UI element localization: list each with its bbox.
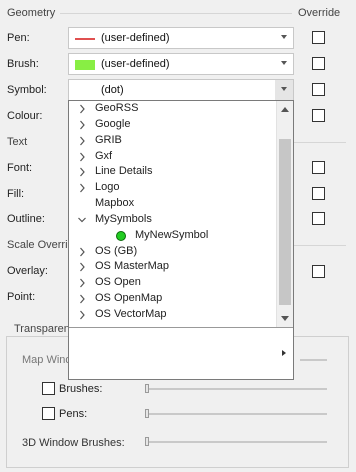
pens-slider[interactable] bbox=[146, 413, 327, 415]
tree-item-label: Gxf bbox=[95, 149, 113, 162]
pen-swatch bbox=[75, 38, 95, 40]
brushes-checkbox[interactable] bbox=[42, 382, 55, 395]
tree-item-label: GRIB bbox=[95, 133, 122, 146]
tree-item-label: Line Details bbox=[95, 165, 153, 178]
chevron-down-icon bbox=[281, 87, 287, 91]
brush-value: (user-defined) bbox=[101, 58, 170, 70]
text-header: Text bbox=[7, 136, 28, 148]
symbol-tree[interactable]: GeoRSS Google GRIB Gxf Line Details Logo Mapbo… bbox=[69, 101, 277, 327]
chevron-right-icon[interactable] bbox=[78, 262, 86, 272]
chevron-down-icon bbox=[281, 61, 287, 65]
geometry-divider bbox=[60, 13, 292, 14]
scrollbar-thumb[interactable] bbox=[279, 139, 291, 305]
tree-item-label: OS VectorMap bbox=[95, 307, 167, 320]
symbol-dot-icon bbox=[116, 230, 126, 241]
symbol-combo[interactable]: (dot) bbox=[68, 79, 294, 101]
tree-item[interactable]: GRIB bbox=[69, 133, 277, 149]
geometry-header: Geometry bbox=[7, 7, 56, 19]
outline-label: Outline: bbox=[7, 213, 45, 225]
colour-label: Colour: bbox=[7, 110, 43, 122]
brush-override-checkbox[interactable] bbox=[312, 57, 325, 70]
font-label: Font: bbox=[7, 162, 33, 174]
scale-divider bbox=[294, 245, 346, 246]
fill-label: Fill: bbox=[7, 188, 25, 200]
scale-override-header: Scale Overrid bbox=[7, 239, 74, 251]
colour-override-checkbox[interactable] bbox=[312, 109, 325, 122]
pens-checkbox[interactable] bbox=[42, 407, 55, 420]
overlay-label: Overlay: bbox=[7, 265, 48, 277]
tree-item[interactable]: Logo bbox=[69, 180, 277, 196]
chevron-down-icon[interactable] bbox=[78, 215, 86, 225]
chevron-right-icon[interactable] bbox=[78, 247, 86, 257]
chevron-right-icon[interactable] bbox=[78, 183, 86, 193]
window3d-brushes-label: 3D Window Brushes: bbox=[22, 437, 125, 449]
pen-value: (user-defined) bbox=[101, 32, 170, 44]
symbol-dropdown-list[interactable]: GeoRSS Google GRIB Gxf Line Details Logo Mapbo… bbox=[68, 100, 294, 380]
tree-item[interactable]: OS Open bbox=[69, 275, 277, 291]
vertical-scrollbar[interactable] bbox=[276, 101, 293, 327]
pen-override-checkbox[interactable] bbox=[312, 31, 325, 44]
chevron-right-icon[interactable] bbox=[282, 350, 286, 356]
chevron-right-icon[interactable] bbox=[78, 152, 86, 162]
pen-label: Pen: bbox=[7, 32, 30, 44]
window3d-brushes-slider[interactable] bbox=[146, 441, 327, 443]
tree-item-label: OS (GB) bbox=[95, 244, 138, 257]
transparency-header: Transparen bbox=[12, 323, 72, 335]
chevron-right-icon[interactable] bbox=[78, 136, 86, 146]
symbol-override-checkbox[interactable] bbox=[312, 83, 325, 96]
text-divider bbox=[294, 142, 346, 143]
pens-label: Pens: bbox=[59, 408, 88, 420]
tree-item-label: Google bbox=[95, 117, 131, 130]
outline-override-checkbox[interactable] bbox=[312, 212, 325, 225]
scroll-up-icon[interactable] bbox=[281, 107, 289, 112]
symbol-preview-pane bbox=[69, 327, 293, 379]
tree-item-label: OS OpenMap bbox=[95, 292, 163, 305]
tree-item[interactable]: Line Details bbox=[69, 164, 277, 180]
tree-item-label: Mapbox bbox=[95, 197, 135, 210]
override-header: Override bbox=[298, 7, 341, 19]
chevron-right-icon[interactable] bbox=[78, 310, 86, 320]
fill-override-checkbox[interactable] bbox=[312, 187, 325, 200]
tree-item-label: Logo bbox=[95, 181, 120, 194]
tree-item-label: MySymbols bbox=[95, 212, 152, 225]
tree-item-label: OS Open bbox=[95, 276, 141, 289]
brushes-slider[interactable] bbox=[146, 388, 327, 390]
brush-swatch bbox=[75, 60, 95, 70]
tree-item-label: MyNewSymbol bbox=[135, 228, 209, 241]
chevron-right-icon[interactable] bbox=[78, 294, 86, 304]
tree-item[interactable]: GeoRSS bbox=[69, 101, 277, 117]
map-window-slider[interactable] bbox=[300, 359, 327, 361]
pens-slider-thumb[interactable] bbox=[145, 409, 149, 418]
tree-item[interactable]: MySymbols bbox=[69, 212, 277, 228]
symbol-label: Symbol: bbox=[7, 84, 47, 96]
font-override-checkbox[interactable] bbox=[312, 161, 325, 174]
tree-item[interactable]: OS VectorMap bbox=[69, 307, 277, 323]
point-label: Point: bbox=[7, 291, 36, 303]
tree-item-label: OS MasterMap bbox=[95, 260, 169, 273]
tree-item[interactable]: Mapbox bbox=[69, 196, 277, 212]
tree-item[interactable]: Gxf bbox=[69, 149, 277, 165]
symbol-value: (dot) bbox=[101, 84, 124, 96]
tree-child-item[interactable]: MyNewSymbol bbox=[69, 228, 277, 244]
brush-combo[interactable]: (user-defined) bbox=[68, 53, 294, 75]
chevron-down-icon bbox=[281, 35, 287, 39]
window3d-brushes-slider-thumb[interactable] bbox=[145, 437, 149, 446]
tree-item[interactable]: OS MasterMap bbox=[69, 259, 277, 275]
tree-item[interactable]: OS OpenMap bbox=[69, 291, 277, 307]
tree-item-label: GeoRSS bbox=[95, 102, 139, 114]
brushes-label: Brushes: bbox=[59, 383, 103, 395]
brushes-slider-thumb[interactable] bbox=[145, 384, 149, 393]
brush-label: Brush: bbox=[7, 58, 39, 70]
tree-item[interactable]: OS (GB) bbox=[69, 244, 277, 260]
tree-item[interactable]: Google bbox=[69, 117, 277, 133]
chevron-right-icon[interactable] bbox=[78, 278, 86, 288]
chevron-right-icon[interactable] bbox=[78, 120, 86, 130]
overlay-override-checkbox[interactable] bbox=[312, 265, 325, 278]
scroll-down-icon[interactable] bbox=[281, 316, 289, 321]
chevron-right-icon[interactable] bbox=[78, 167, 86, 177]
chevron-right-icon[interactable] bbox=[78, 104, 86, 114]
pen-combo[interactable]: (user-defined) bbox=[68, 27, 294, 49]
